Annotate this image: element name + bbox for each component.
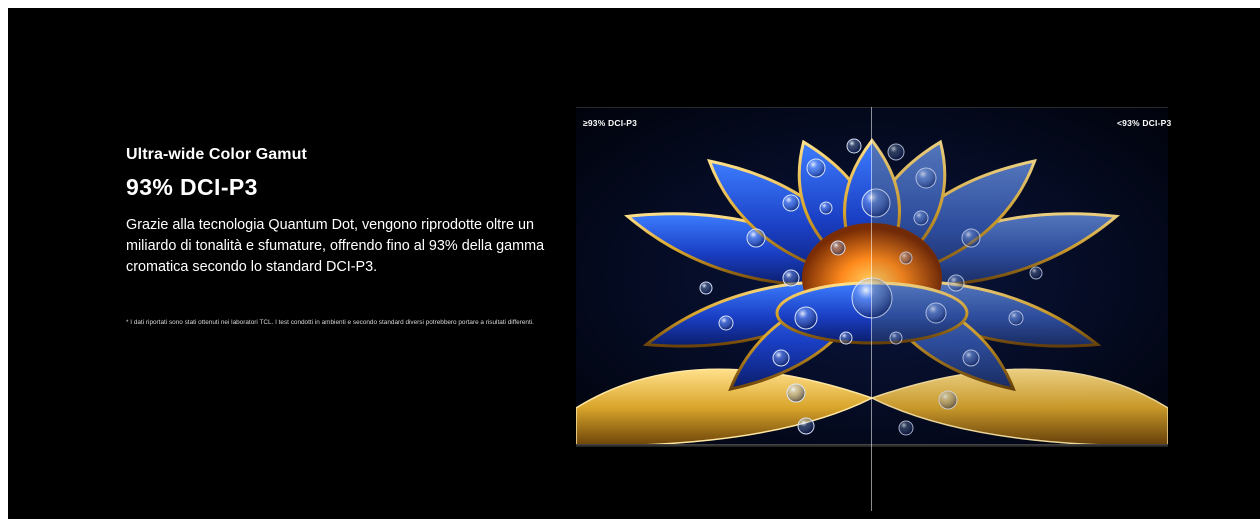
water-droplet xyxy=(887,143,905,161)
water-droplet xyxy=(962,349,980,367)
feature-description: Grazie alla tecnologia Quantum Dot, veng… xyxy=(126,217,545,275)
comparison-divider xyxy=(871,107,872,511)
feature-subtitle: Ultra-wide Color Gamut xyxy=(126,146,307,163)
water-droplet xyxy=(806,158,826,178)
lotus-flower-artwork xyxy=(576,108,1168,446)
water-droplet xyxy=(1008,310,1024,326)
feature-copy: Ultra-wide Color Gamut 93% DCI-P3 Grazie… xyxy=(126,146,546,327)
water-droplet xyxy=(846,138,862,154)
water-droplet xyxy=(898,420,914,436)
water-droplet xyxy=(782,269,800,287)
water-droplet xyxy=(772,349,790,367)
water-droplet xyxy=(889,331,903,345)
water-droplet xyxy=(938,390,958,410)
water-droplet xyxy=(839,331,853,345)
label-wide-gamut: ≥93% DCI-P3 xyxy=(583,118,638,128)
water-droplet xyxy=(797,417,815,435)
water-droplet xyxy=(1029,266,1043,280)
water-droplet xyxy=(961,228,981,248)
water-droplet xyxy=(782,194,800,212)
water-droplet xyxy=(830,240,846,256)
tv-screen-image xyxy=(576,107,1168,446)
water-droplet xyxy=(915,167,937,189)
water-droplet xyxy=(899,251,913,265)
water-droplet xyxy=(925,302,947,324)
water-droplet xyxy=(699,281,713,295)
reflection-fade xyxy=(576,447,1168,511)
water-droplet xyxy=(786,383,806,403)
water-droplet xyxy=(794,306,818,330)
water-droplet xyxy=(947,274,965,292)
feature-headline: 93% DCI-P3 xyxy=(126,174,258,200)
water-droplet xyxy=(819,201,833,215)
water-droplet xyxy=(718,315,734,331)
water-droplet xyxy=(746,228,766,248)
label-standard-gamut: <93% DCI-P3 xyxy=(1117,118,1172,128)
feature-footnote: * I dati riportati sono stati ottenuti n… xyxy=(126,319,534,326)
water-droplet xyxy=(913,210,929,226)
